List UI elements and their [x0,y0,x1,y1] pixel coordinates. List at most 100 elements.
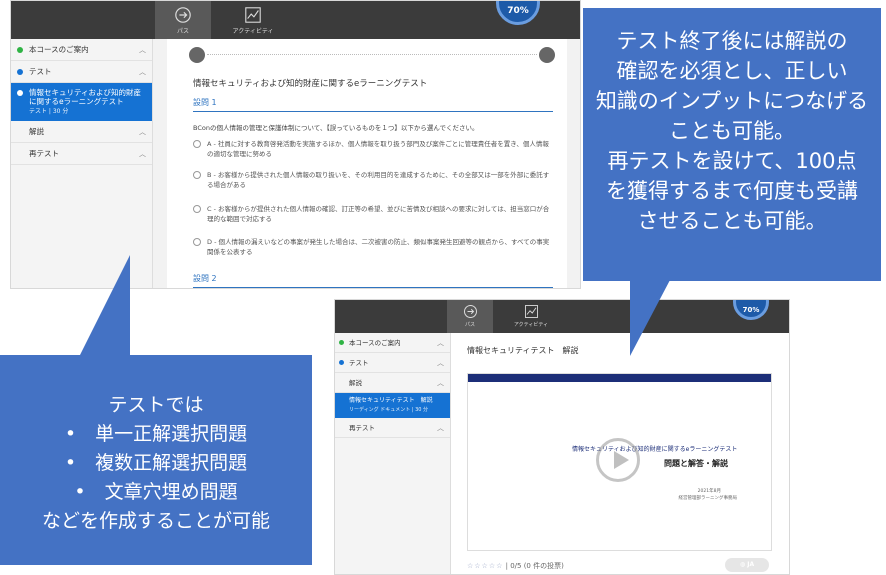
sidebar-item-label: 情報セキュリティテスト 解説 [349,397,433,404]
page-title: 情報セキュリティおよび知的財産に関するeラーニングテスト [193,79,428,89]
nav-tab-activity[interactable]: アクティビティ [225,1,281,39]
sidebar-item-label: 情報セキュリティおよび知的財産に関するeラーニングテスト [29,88,142,106]
sidebar-item-retest[interactable]: 再テスト ︿ [335,418,450,438]
callout-left: テストでは • 単一正解選択問題 • 複数正解選択問題 • 文章穴埋め問題 など… [0,355,312,565]
check-icon [17,47,23,53]
sidebar-item-explanation[interactable]: 解説 ︿ [335,373,450,393]
answer-option[interactable]: C - お客様からが提供された個人情報の確認、訂正等の希望、並びに苦情及び相談へ… [193,204,553,224]
callout-bullet: • 複数正解選択問題 [64,452,248,474]
play-icon[interactable] [596,438,640,482]
option-label: D - 個人情報の漏えいなどの事案が発生した場合は、二次被害の防止、類似事案発生… [207,238,550,256]
radio-button[interactable] [193,205,201,213]
answer-option[interactable]: B - お客様から提供された個人情報の取り扱いを、その利用目的を達成するために、… [193,170,553,190]
rating-score: 0/5 [510,562,522,570]
nav-tab-activity[interactable]: アクティビティ [503,300,559,333]
callout-line: 知識のインプットにつなげる [595,89,869,113]
radio-button[interactable] [193,238,201,246]
main-area: 情報セキュリティテスト 解説 情報セキュリティおよび知的財産に関するeラーニング… [451,333,789,574]
callout-line: を獲得するまで何度も受講 [606,179,858,203]
callout-bullet: • 文章穴埋め問題 [74,481,238,503]
question-header: 設問 1 [193,97,553,112]
callout-line: ことも可能。 [669,119,795,143]
activity-chart-icon [245,7,261,23]
progress-dot-icon [17,90,23,96]
nav-tab-label: アクティビティ [232,28,274,35]
sidebar-item-explanation[interactable]: 解説 ︿ [11,121,152,143]
video-header-bar [468,374,771,382]
nav-tab-label: パス [464,322,475,328]
chevron-up-icon: ︿ [139,68,146,76]
callout-right-pointer [630,280,670,356]
top-nav-bar: パス アクティビティ 70% [11,1,580,39]
radio-button[interactable] [193,140,201,148]
option-label: B - お客様から提供された個人情報の取り扱いを、その利用目的を達成するために、… [207,171,550,189]
sidebar: 本コースのご案内 ︿ テスト ︿ 情報セキュリティおよび知的財産に関するeラーニ… [11,39,153,288]
sidebar-item-label: 本コースのご案内 [349,339,401,347]
star-rating-icon[interactable]: ☆☆☆☆☆ [467,562,503,570]
sidebar-item-retest[interactable]: 再テスト ︿ [11,143,152,165]
sidebar-item-test[interactable]: テスト ︿ [335,353,450,373]
progress-dot-icon [339,360,344,365]
screenshot-explanation-page: パス アクティビティ 70% 本コースのご案内 ︿ テスト ︿ 解説 ︿ 情報セ… [334,299,790,575]
sidebar-item-label: 解説 [29,127,44,136]
sidebar-item-meta: リーディング ドキュメント | 30 分 [349,407,429,413]
arrow-right-icon [463,305,477,318]
chevron-up-icon: ︿ [437,359,444,367]
nav-tab-path[interactable]: パス [155,1,211,39]
sidebar-item-test[interactable]: テスト ︿ [11,61,152,83]
chevron-up-icon: ︿ [139,46,146,54]
callout-line: させることも可能。 [637,209,827,233]
chevron-up-icon: ︿ [139,150,146,158]
sidebar-item-course-info[interactable]: 本コースのご案内 ︿ [335,333,450,353]
sidebar-item-label: テスト [29,67,52,76]
test-content: 情報セキュリティおよび知的財産に関するeラーニングテスト 設問 1 BConの個… [167,39,567,288]
rating[interactable]: ☆☆☆☆☆ | 0/5 (0 件の投票) [467,561,564,571]
callout-right: テスト終了後には解説の 確認を必須とし、正しい 知識のインプットにつなげる こと… [583,8,881,281]
sidebar-item-label: 再テスト [349,424,375,432]
page-title: 情報セキュリティテスト 解説 [467,346,579,355]
callout-text: などを作成することが可能 [41,510,270,532]
globe-icon: ◍ [739,561,746,568]
arrow-right-icon [175,7,191,23]
answer-option[interactable]: A - 社員に対する教育啓発活動を実施するほか、個人情報を取り扱う部門及び案件ご… [193,139,553,159]
sidebar-item-course-info[interactable]: 本コースのご案内 ︿ [11,39,152,61]
video-date: 2021年8月 [697,489,721,494]
sidebar-item-label: テスト [349,359,369,367]
sidebar-item-active-explanation[interactable]: 情報セキュリティテスト 解説 リーディング ドキュメント | 30 分 [335,393,450,418]
video-player[interactable]: 情報セキュリティおよび知的財産に関するeラーニングテスト 問題と解答・解説 20… [467,373,772,551]
video-organization: 経営管理部ラーニング事務局 [678,496,738,501]
nav-tab-label: パス [176,28,189,35]
progress-badge: 70% [496,1,540,25]
flag-icon [539,47,555,63]
answer-option[interactable]: D - 個人情報の漏えいなどの事案が発生した場合は、二次被害の防止、類似事案発生… [193,237,553,257]
callout-left-pointer [80,255,130,355]
sidebar: 本コースのご案内 ︿ テスト ︿ 解説 ︿ 情報セキュリティテスト 解説 リーデ… [335,333,451,574]
video-subtitle: 問題と解答・解説 [664,459,728,468]
option-label: C - お客様からが提供された個人情報の確認、訂正等の希望、並びに苦情及び相談へ… [207,205,550,223]
chevron-up-icon: ︿ [437,424,444,432]
sidebar-item-label: 解説 [349,379,362,387]
callout-line: 確認を必須とし、正しい [616,59,848,83]
question-text: BConの個人情報の管理と保護体制について、【誤っているものを１つ】以下から選ん… [193,124,479,132]
callout-bullet: • 単一正解選択問題 [64,423,248,445]
chevron-up-icon: ︿ [437,379,444,387]
callout-line: テスト終了後には解説の [616,29,848,53]
callout-line: 再テストを設けて、100点 [607,149,857,173]
callout-bullet-text: 複数正解選択問題 [95,452,248,474]
sidebar-item-label: 本コースのご案内 [29,45,89,54]
progress-badge: 70% [733,300,769,320]
nav-tab-path[interactable]: パス [447,300,493,333]
sidebar-item-active-test[interactable]: 情報セキュリティおよび知的財産に関するeラーニングテスト テスト | 30 分 [11,83,152,121]
progress-dot-icon [17,69,23,75]
language-button[interactable]: ◍ JA [725,558,769,572]
callout-bullet-text: 単一正解選択問題 [95,423,248,445]
chevron-up-icon: ︿ [437,339,444,347]
top-nav-bar: パス アクティビティ 70% [335,300,789,333]
progress-track [207,54,537,55]
sidebar-item-label: 再テスト [29,149,59,158]
callout-text: テストでは [108,394,204,416]
rocket-icon [189,47,205,63]
sidebar-item-meta: テスト | 30 分 [29,108,69,115]
radio-button[interactable] [193,171,201,179]
activity-chart-icon [524,305,538,318]
